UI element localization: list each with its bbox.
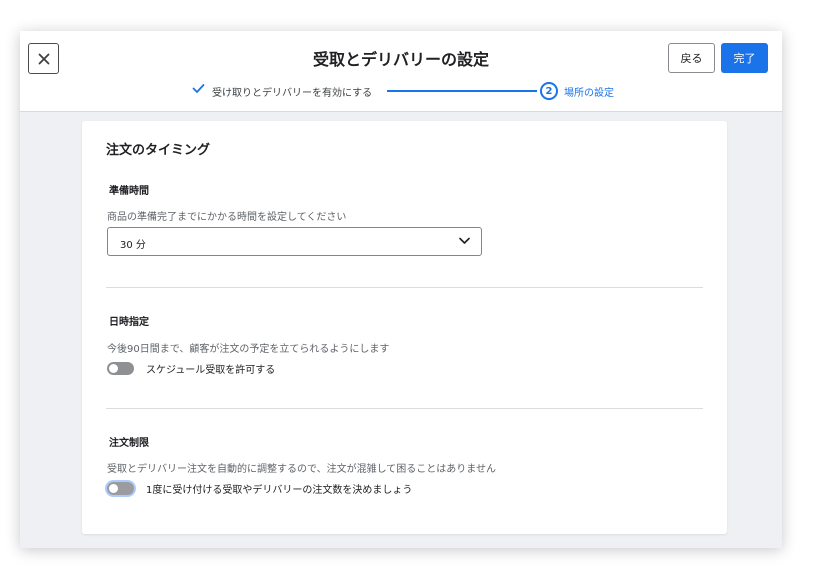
toggle-knob [109, 484, 118, 493]
divider [106, 287, 703, 288]
step-connector-line [387, 90, 537, 92]
step-2-label: 場所の設定 [564, 88, 614, 99]
step-1-label[interactable]: 受け取りとデリバリーを有効にする [212, 84, 372, 99]
order-timing-card: 注文のタイミング 準備時間 商品の準備完了までにかかる時間を設定してください 3… [82, 121, 727, 534]
toggle-knob [109, 364, 118, 373]
step-2-number: 2 [540, 82, 558, 100]
scheduling-description: 今後90日間まで、顧客が注文の予定を立てられるようにします [107, 344, 390, 355]
order-limit-title: 注文制限 [109, 438, 149, 449]
back-button[interactable]: 戻る [668, 43, 715, 73]
order-limit-toggle-label: 1度に受け付ける受取やデリバリーの注文数を決めましょう [146, 485, 413, 496]
scheduling-title: 日時指定 [109, 317, 149, 328]
divider [106, 408, 703, 409]
order-limit-description: 受取とデリバリー注文を自動的に調整するので、注文が混雑して困ることはありません [107, 464, 496, 475]
order-limit-toggle[interactable] [107, 482, 134, 495]
prep-time-title: 準備時間 [109, 186, 149, 197]
prep-time-description: 商品の準備完了までにかかる時間を設定してください [107, 212, 347, 223]
prep-time-select[interactable]: 30 分 [107, 227, 482, 256]
chevron-down-icon [459, 237, 470, 244]
scheduling-toggle[interactable] [107, 362, 134, 375]
prep-time-selected-value: 30 分 [120, 240, 146, 251]
progress-stepper: 受け取りとデリバリーを有効にする 2 場所の設定 [20, 80, 782, 102]
card-title: 注文のタイミング [106, 143, 211, 158]
check-icon [192, 84, 205, 93]
done-button[interactable]: 完了 [721, 43, 768, 73]
scheduling-toggle-label: スケジュール受取を許可する [146, 365, 276, 376]
settings-window: 受取とデリバリーの設定 戻る 完了 受け取りとデリバリーを有効にする 2 場所の… [20, 31, 782, 548]
header-bar: 受取とデリバリーの設定 戻る 完了 受け取りとデリバリーを有効にする 2 場所の… [20, 31, 782, 112]
